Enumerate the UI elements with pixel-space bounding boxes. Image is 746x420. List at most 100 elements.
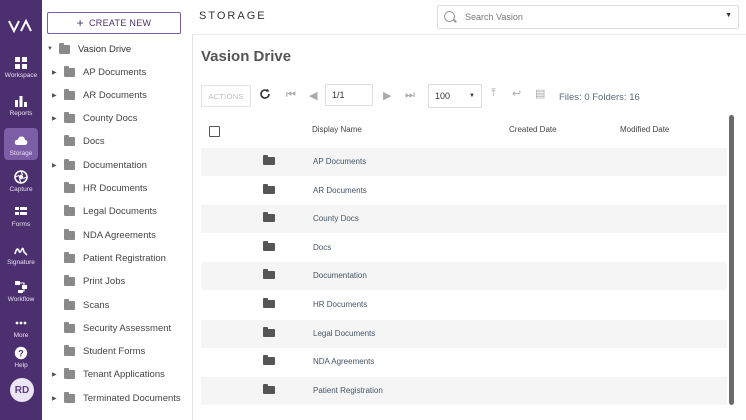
folder-icon — [64, 88, 75, 100]
svg-text:?: ? — [18, 349, 24, 359]
column-created-date[interactable]: Created Date — [509, 125, 557, 134]
prev-page-icon[interactable]: ◀ — [309, 89, 317, 102]
tree-item-label: Terminated Documents — [83, 392, 181, 404]
folder-icon — [263, 212, 275, 223]
tree-item[interactable]: ▶ Terminated Documents — [52, 390, 181, 406]
nav-workspace[interactable]: Workspace — [0, 56, 42, 79]
tree-item-label: Legal Documents — [83, 206, 157, 218]
item-counts: Files: 0 Folders: 16 — [559, 92, 640, 103]
nav-forms[interactable]: Forms — [0, 205, 42, 228]
first-page-icon[interactable]: ⏮ — [286, 89, 296, 102]
table-row[interactable]: Legal Documents — [201, 319, 727, 348]
vasion-logo-icon[interactable] — [7, 18, 35, 34]
tree-item[interactable]: Print Jobs — [52, 274, 125, 290]
actions-button[interactable]: ACTIONS — [201, 85, 251, 107]
row-display-name[interactable]: AP Documents — [313, 157, 366, 166]
table-row[interactable]: Documentation — [201, 262, 727, 291]
caret-right-icon[interactable]: ▶ — [52, 162, 60, 169]
folder-icon — [64, 321, 75, 333]
reply-all-icon[interactable]: ↩ — [512, 87, 521, 100]
table-row[interactable]: HR Documents — [201, 291, 727, 319]
page-size-select[interactable]: 100 ▼ — [428, 84, 482, 108]
column-display-name[interactable]: Display Name — [312, 125, 362, 134]
caret-right-icon[interactable]: ▶ — [52, 115, 60, 122]
caret-right-icon[interactable]: ▶ — [52, 92, 60, 99]
folder-icon — [64, 135, 75, 147]
nav-label: Workspace — [4, 72, 38, 79]
cloud-icon — [14, 136, 28, 145]
tree-item[interactable]: NDA Agreements — [52, 227, 156, 243]
folder-icon — [64, 182, 75, 193]
tree-item[interactable]: Student Forms — [52, 344, 145, 360]
tree-item[interactable]: HR Documents — [52, 181, 147, 197]
row-display-name[interactable]: County Docs — [313, 214, 359, 223]
tree-item[interactable]: Legal Documents — [52, 204, 157, 220]
tree-item[interactable]: Patient Registration — [52, 250, 166, 266]
column-modified-date[interactable]: Modified Date — [620, 125, 669, 134]
row-display-name[interactable]: AR Documents — [313, 186, 367, 195]
next-page-icon[interactable]: ▶ — [383, 89, 391, 102]
table-row[interactable]: Docs — [201, 234, 727, 262]
table-scrollbar[interactable] — [729, 115, 734, 405]
caret-down-icon[interactable]: ▼ — [47, 46, 55, 52]
nav-label: Help — [14, 362, 28, 369]
folder-icon — [64, 298, 75, 310]
table-row[interactable]: County Docs — [201, 205, 727, 234]
folder-icon — [64, 205, 75, 217]
folder-icon — [263, 298, 275, 308]
last-page-icon[interactable]: ⏭ — [405, 89, 415, 102]
search-input[interactable]: Search Vasion ▼ — [437, 5, 739, 29]
nav-signature[interactable]: Signature — [0, 243, 42, 266]
row-display-name[interactable]: Legal Documents — [313, 329, 375, 338]
nav-label: Forms — [11, 221, 31, 228]
upload-icon[interactable]: ⤒ — [491, 87, 496, 100]
folder-icon — [64, 228, 75, 240]
nav-more[interactable]: More — [0, 316, 42, 339]
tree-item[interactable]: ▶ Documentation — [52, 157, 147, 173]
print-icon[interactable]: ▤ — [535, 87, 545, 100]
tree-item[interactable]: ▶ County Docs — [52, 111, 137, 127]
caret-right-icon[interactable]: ▶ — [52, 69, 60, 76]
tree-item[interactable]: ▶ AR Documents — [52, 87, 147, 103]
tree-item-label: AP Documents — [83, 66, 147, 78]
caret-right-icon[interactable]: ▶ — [52, 395, 60, 402]
nav-label: Signature — [7, 259, 35, 266]
create-new-button[interactable]: + CREATE NEW — [47, 12, 181, 34]
select-all-checkbox[interactable] — [209, 126, 220, 137]
row-display-name[interactable]: Patient Registration — [313, 386, 383, 395]
nav-reports[interactable]: Reports — [0, 94, 42, 117]
tree-item[interactable]: ▶ AP Documents — [52, 64, 146, 80]
table-row[interactable]: Patient Registration — [201, 376, 727, 405]
chevron-down-icon: ▼ — [469, 93, 475, 99]
signature-icon — [14, 247, 28, 256]
caret-right-icon[interactable]: ▶ — [52, 371, 60, 378]
nav-workflow[interactable]: Workflow — [0, 280, 42, 303]
folder-icon — [64, 275, 75, 287]
tree-item[interactable]: ▶ Tenant Applications — [52, 367, 165, 383]
row-display-name[interactable]: Documentation — [313, 271, 367, 280]
tree-item-label: Patient Registration — [83, 252, 166, 264]
row-display-name[interactable]: NDA Agreements — [313, 357, 374, 366]
nav-label: Workflow — [7, 296, 35, 303]
page-title: Vasion Drive — [201, 48, 292, 65]
nav-storage[interactable]: Storage — [0, 128, 42, 160]
nav-capture[interactable]: Capture — [0, 170, 42, 193]
user-avatar[interactable]: RD — [10, 378, 34, 402]
row-display-name[interactable]: HR Documents — [313, 300, 367, 309]
top-bar: STORAGE Search Vasion ▼ — [192, 0, 746, 35]
row-display-name[interactable]: Docs — [313, 243, 331, 252]
table-row[interactable]: AP Documents — [201, 148, 727, 176]
chevron-down-icon[interactable]: ▼ — [725, 12, 732, 19]
table-row[interactable]: AR Documents — [201, 177, 727, 205]
table-row[interactable]: NDA Agreements — [201, 348, 727, 376]
page-brand: STORAGE — [199, 10, 267, 22]
nav-help[interactable]: ? Help — [0, 346, 42, 369]
tree-item-label: NDA Agreements — [83, 229, 156, 241]
folder-icon — [64, 112, 75, 124]
tree-item[interactable]: Security Assessment — [52, 320, 171, 336]
page-number-input[interactable]: 1/1 — [325, 84, 373, 106]
tree-item[interactable]: Scans — [52, 297, 109, 313]
tree-root-vasion-drive[interactable]: ▼ Vasion Drive — [47, 42, 131, 56]
refresh-icon[interactable] — [259, 88, 271, 100]
tree-item[interactable]: Docs — [52, 134, 105, 150]
